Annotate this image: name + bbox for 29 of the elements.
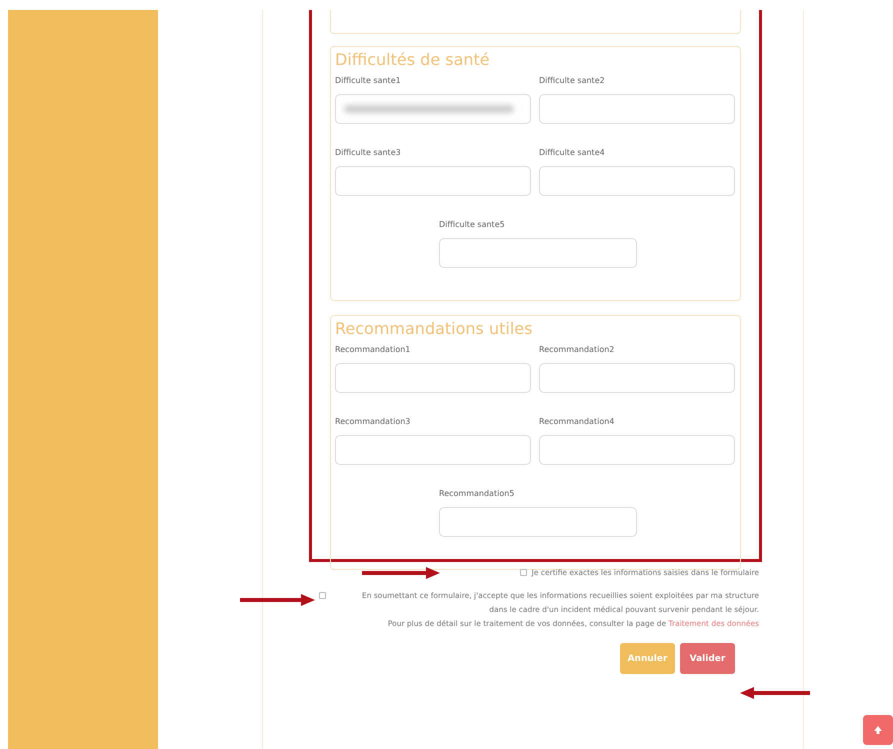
input-field[interactable] [539, 94, 735, 124]
input-field[interactable] [539, 363, 735, 393]
arrow-up-icon [873, 725, 883, 735]
submit-button[interactable]: Valider [680, 643, 735, 674]
input-field[interactable] [335, 94, 531, 124]
field-label: Recommandation1 [335, 345, 412, 354]
field-label: Difficulte sante5 [439, 220, 506, 229]
field-label: Recommandation2 [539, 345, 616, 354]
scroll-top-button[interactable] [863, 715, 893, 745]
field-label: Recommandation3 [335, 417, 412, 426]
checkbox[interactable] [520, 569, 527, 576]
input-field[interactable] [335, 363, 531, 393]
input-field[interactable] [539, 166, 735, 196]
input-field[interactable] [335, 435, 531, 465]
arrow-annotation [740, 687, 810, 699]
input-field[interactable] [335, 166, 531, 196]
field-label: Recommandation4 [539, 417, 616, 426]
field-label: Difficulte sante3 [335, 148, 402, 157]
checkbox[interactable] [319, 592, 326, 599]
fieldset-title: Recommandations utiles [335, 319, 534, 339]
input-field[interactable] [539, 435, 735, 465]
input-field[interactable] [439, 507, 637, 537]
cancel-button[interactable]: Annuler [620, 643, 675, 674]
field-label: Difficulte sante1 [335, 76, 402, 85]
fieldset-title: Difficultés de santé [335, 50, 491, 70]
field-label: Difficulte sante2 [539, 76, 606, 85]
input-field[interactable] [439, 238, 637, 268]
field-label: Difficulte sante4 [539, 148, 606, 157]
field-label: Recommandation5 [439, 489, 516, 498]
